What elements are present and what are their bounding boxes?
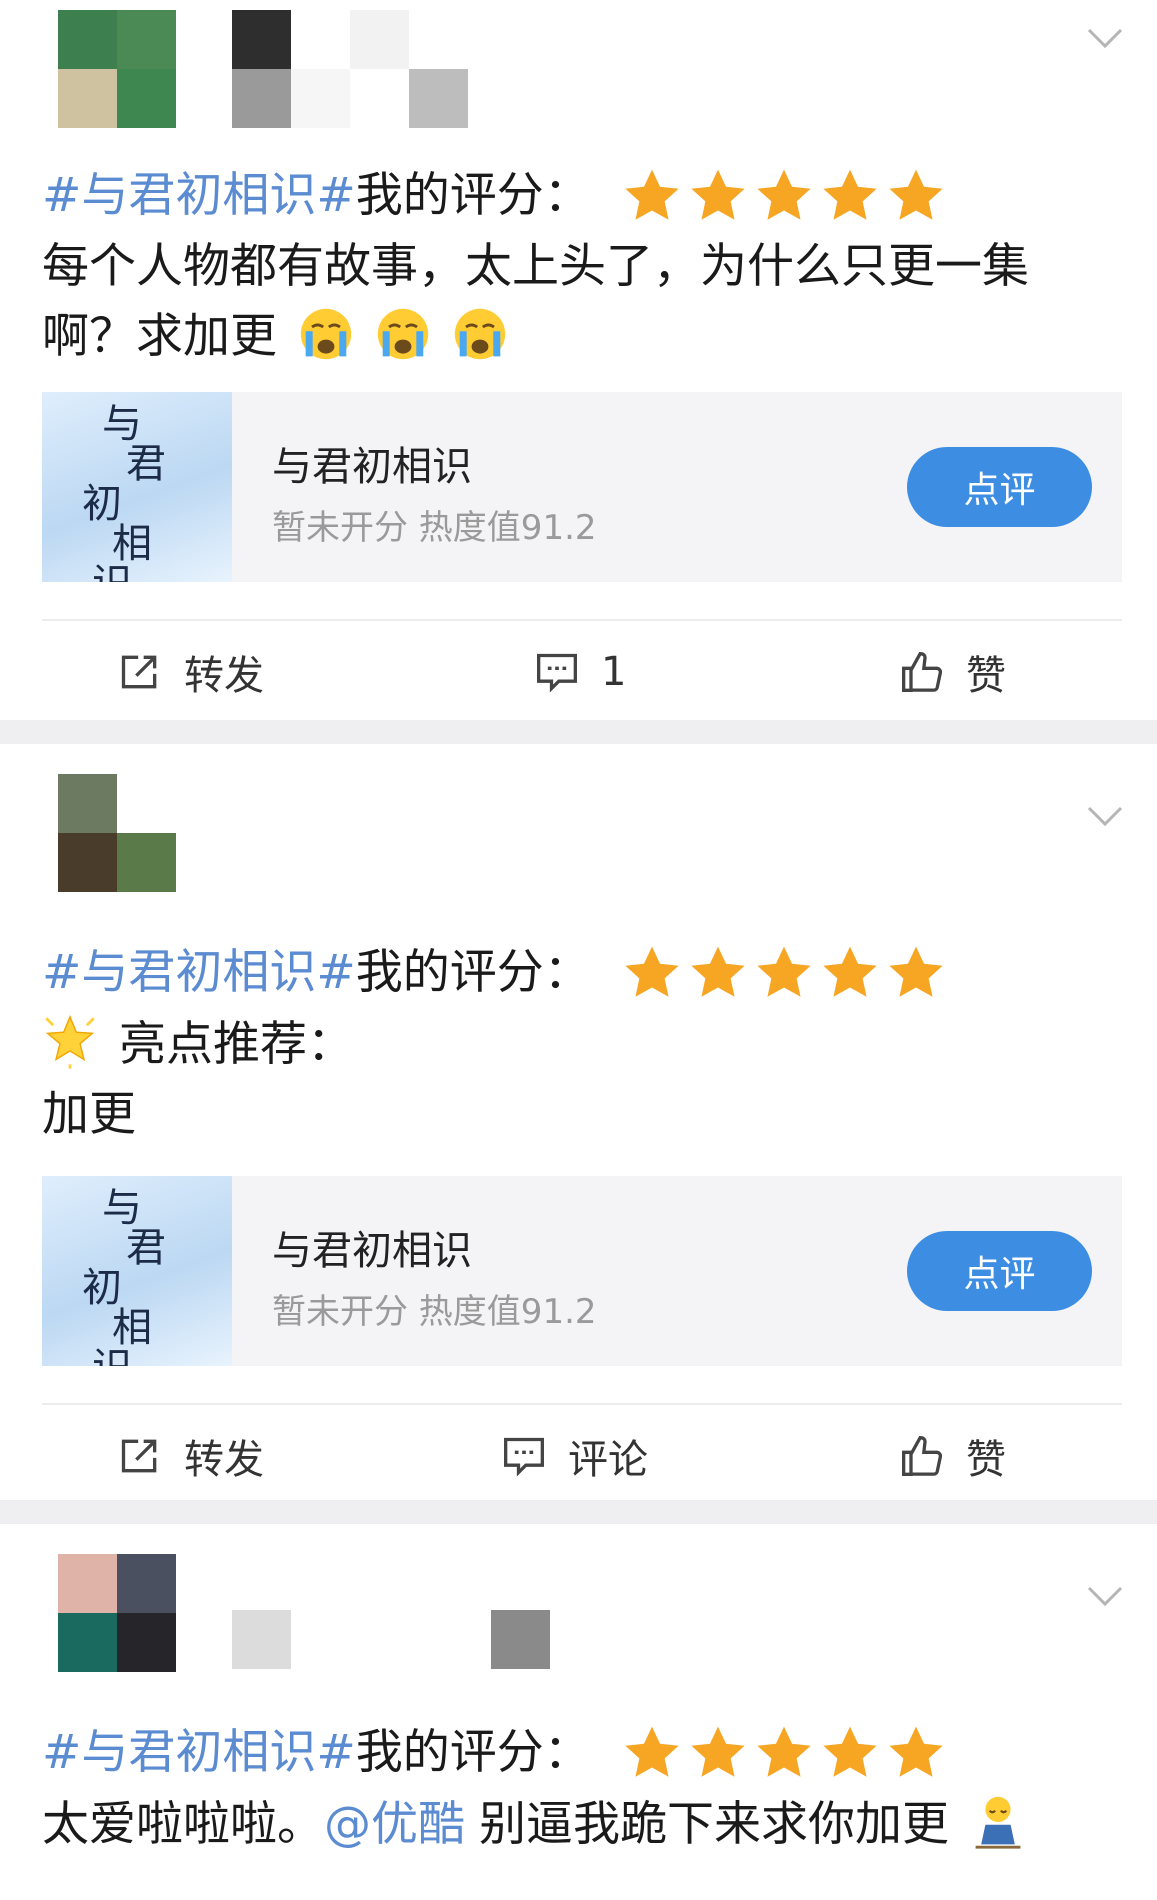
topic-link[interactable]: #与君初相识#: [42, 943, 356, 1003]
star-icon: [823, 1726, 877, 1777]
thumbs-up-icon: [902, 1436, 943, 1476]
highlight-label: 亮点推荐：: [118, 1017, 354, 1072]
repost-icon: [121, 1439, 157, 1473]
rating-label: 我的评分：: [355, 168, 591, 223]
star-icon: [757, 169, 811, 220]
star-icon: [889, 1726, 943, 1777]
card-subtitle: 暂未开分 热度值91.2: [272, 508, 597, 548]
repost-button[interactable]: 转发: [118, 617, 264, 727]
avatar[interactable]: [58, 774, 176, 892]
star-icon: [823, 169, 877, 220]
topic-link[interactable]: #与君初相识#: [42, 1723, 356, 1783]
post-body-line-1: 每个人物都有故事，太上头了，为什么只更一集: [42, 239, 1029, 294]
kneeling-person-icon: [975, 1796, 1021, 1849]
chevron-down-icon[interactable]: [1085, 18, 1125, 58]
star-icon: [691, 1726, 745, 1777]
star-icon: [625, 169, 679, 220]
star-icon: [691, 946, 745, 997]
star-icon: [625, 946, 679, 997]
post-body-line-1: 太爱啦啦啦。@优酷 别逼我跪下来求你加更: [42, 1790, 1026, 1860]
meta-censored: [232, 1610, 550, 1669]
mention-link[interactable]: @优酷: [324, 1797, 465, 1852]
like-button[interactable]: 赞: [900, 1401, 1006, 1511]
star-icon: [889, 169, 943, 220]
post-2: #与君初相识# 我的评分： 亮点推荐： 加更 与 君 初 相 识 与君初相识 暂…: [0, 744, 1157, 1500]
topic-link[interactable]: #与君初相识#: [42, 166, 356, 226]
username-censored[interactable]: [232, 10, 468, 128]
star-rating: [621, 942, 947, 1004]
star-icon: [757, 1726, 811, 1777]
post-body-text: 太爱啦啦啦。: [42, 1797, 324, 1852]
avatar[interactable]: [58, 10, 176, 128]
rating-line: #与君初相识# 我的评分：: [42, 942, 947, 1004]
post-body-line-1: 加更: [42, 1087, 136, 1142]
poster-calligraphy: 与 君 初 相 识: [82, 1185, 166, 1366]
feed-separator: [0, 720, 1157, 744]
rating-label: 我的评分：: [355, 945, 591, 1000]
rating-label: 我的评分：: [355, 1725, 591, 1780]
review-button[interactable]: 点评: [907, 447, 1092, 527]
rating-line: #与君初相识# 我的评分：: [42, 1722, 947, 1784]
review-button[interactable]: 点评: [907, 1231, 1092, 1311]
crying-face-icon: [300, 308, 352, 360]
repost-icon: [121, 655, 157, 689]
feed-separator: [0, 1500, 1157, 1524]
sparkle-star-icon: [45, 1014, 95, 1069]
star-icon: [889, 946, 943, 997]
thumbs-up-icon: [902, 652, 943, 692]
star-icon: [625, 1726, 679, 1777]
post-body-text: 别逼我跪下来求你加更: [479, 1797, 949, 1852]
like-button[interactable]: 赞: [900, 617, 1006, 727]
post-3: #与君初相识# 我的评分： 太爱啦啦啦。@优酷 别逼我跪下来求你加更: [0, 1524, 1157, 1900]
chevron-down-icon[interactable]: [1085, 796, 1125, 836]
chevron-down-icon[interactable]: [1085, 1576, 1125, 1616]
card-title: 与君初相识: [272, 444, 472, 490]
star-rating: [621, 165, 947, 227]
crying-face-icon: [454, 308, 506, 360]
action-bar: 转发 评论 赞: [0, 1401, 1157, 1511]
rating-line: #与君初相识# 我的评分：: [42, 165, 947, 227]
repost-button[interactable]: 转发: [118, 1401, 264, 1511]
star-icon: [823, 946, 877, 997]
comment-button[interactable]: 评论: [502, 1401, 648, 1511]
drama-poster[interactable]: 与 君 初 相 识: [42, 392, 232, 582]
card-subtitle: 暂未开分 热度值91.2: [272, 1292, 597, 1332]
comment-icon: [537, 653, 577, 693]
comment-icon: [504, 1437, 544, 1477]
highlight-line: 亮点推荐：: [42, 1010, 354, 1080]
crying-face-icon: [377, 308, 429, 360]
post-body-line-2: 啊？求加更: [42, 302, 508, 372]
drama-poster[interactable]: 与 君 初 相 识: [42, 1176, 232, 1366]
comment-button[interactable]: 1: [535, 617, 626, 727]
card-title: 与君初相识: [272, 1228, 472, 1274]
drama-card[interactable]: 与 君 初 相 识 与君初相识 暂未开分 热度值91.2 点评: [42, 392, 1122, 582]
avatar[interactable]: [58, 1554, 176, 1672]
star-icon: [691, 169, 745, 220]
star-icon: [757, 946, 811, 997]
action-bar: 转发 1 赞: [0, 617, 1157, 727]
poster-calligraphy: 与 君 初 相 识: [82, 401, 166, 582]
drama-card[interactable]: 与 君 初 相 识 与君初相识 暂未开分 热度值91.2 点评: [42, 1176, 1122, 1366]
post-body-text: 啊？求加更: [42, 309, 277, 364]
star-rating: [621, 1722, 947, 1784]
post-1: #与君初相识# 我的评分： 每个人物都有故事，太上头了，为什么只更一集 啊？求加…: [0, 0, 1157, 720]
